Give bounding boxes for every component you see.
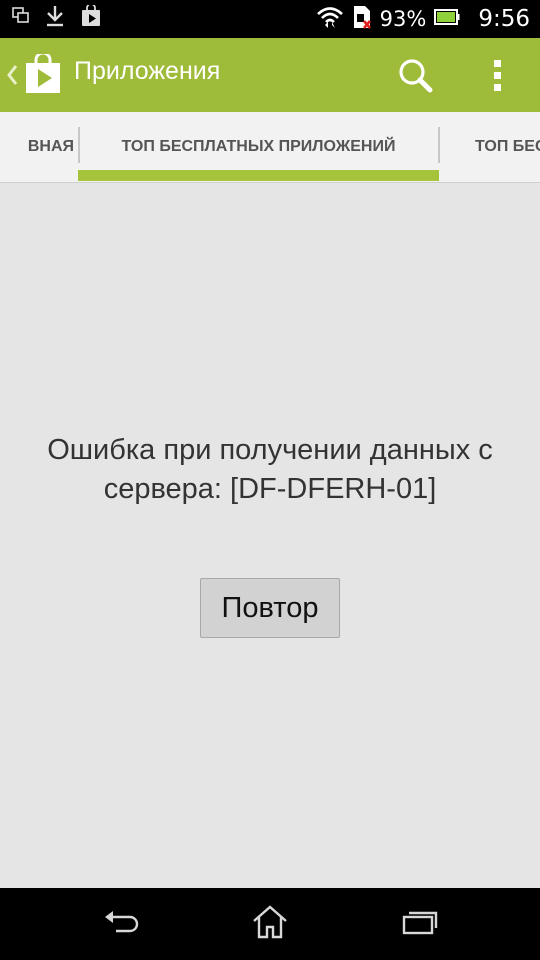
- sim-icon: [352, 4, 372, 34]
- tab-strip: ВНАЯ ТОП БЕСПЛАТНЫХ ПРИЛОЖЕНИЙ ТОП БЕСП: [0, 112, 540, 183]
- action-bar: Приложения: [0, 38, 540, 112]
- selected-tab-indicator: [78, 170, 439, 181]
- tab-divider: [438, 127, 440, 163]
- tab-top-paid[interactable]: ТОП БЕСП: [441, 112, 540, 182]
- navigation-bar: [0, 888, 540, 960]
- up-button[interactable]: [0, 38, 66, 112]
- home-icon: [250, 904, 290, 944]
- tab-label: ТОП БЕСПЛАТНЫХ ПРИЛОЖЕНИЙ: [121, 138, 396, 155]
- system-status: 93% 9:56: [316, 0, 530, 38]
- page-title: Приложения: [74, 57, 221, 85]
- recent-apps-icon: [400, 907, 440, 941]
- back-icon: [102, 907, 142, 941]
- search-button[interactable]: [392, 52, 440, 100]
- notification-icons: [12, 3, 102, 32]
- download-icon: [44, 4, 66, 32]
- back-button[interactable]: [92, 902, 152, 946]
- recent-apps-button[interactable]: [390, 902, 450, 946]
- home-button[interactable]: [240, 902, 300, 946]
- status-bar: 93% 9:56: [0, 0, 540, 38]
- tab-label: ТОП БЕСП: [475, 138, 540, 155]
- clock: 9:56: [478, 6, 530, 32]
- play-store-icon: [24, 51, 62, 98]
- retry-button[interactable]: Повтор: [200, 578, 340, 638]
- overflow-menu-button[interactable]: [474, 52, 522, 100]
- main-content: Ошибка при получении данных с сервера: […: [0, 183, 540, 888]
- battery-percent: 93%: [379, 7, 427, 31]
- chevron-left-icon: [5, 60, 19, 94]
- search-icon: [392, 59, 440, 104]
- tab-main[interactable]: ВНАЯ: [0, 112, 80, 182]
- tab-label: ВНАЯ: [27, 138, 74, 155]
- error-message: Ошибка при получении данных с сервера: […: [47, 434, 493, 505]
- wifi-icon: [316, 5, 344, 33]
- battery-icon: [434, 8, 460, 30]
- play-store-notification-icon: [80, 3, 102, 31]
- screenshot-icon: [12, 7, 30, 29]
- overflow-menu-icon: [474, 60, 522, 104]
